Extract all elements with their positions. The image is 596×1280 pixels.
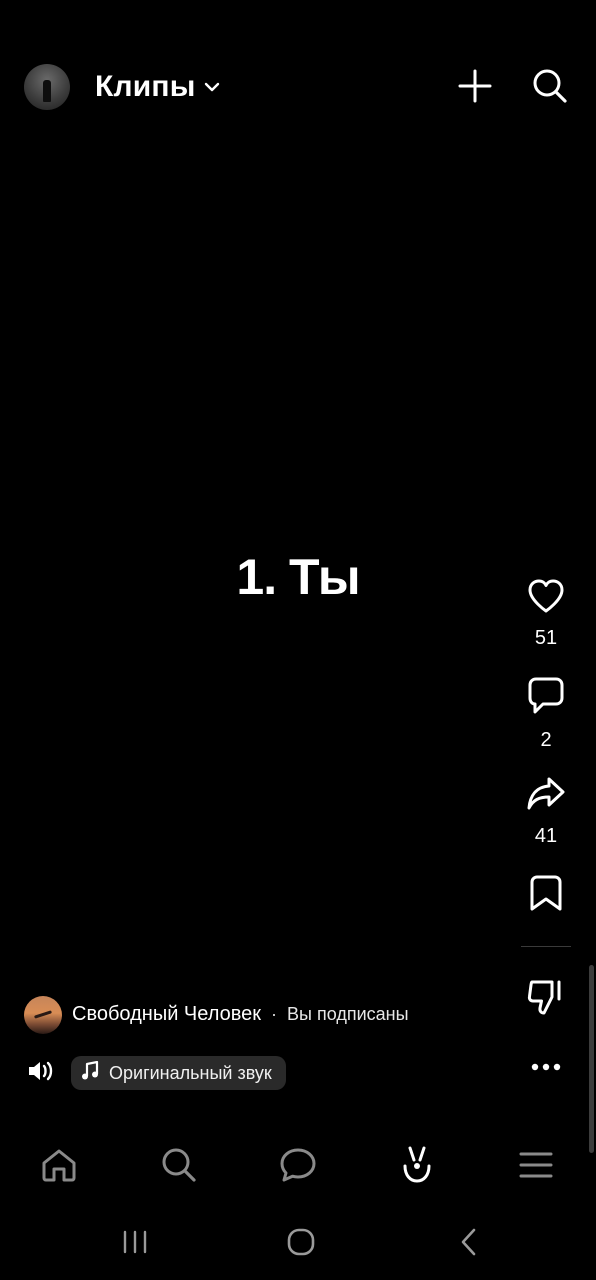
plus-icon	[458, 69, 492, 108]
home-circle-icon	[286, 1227, 316, 1262]
comment-icon	[527, 676, 565, 721]
share-button[interactable]: 41	[516, 776, 576, 848]
like-button[interactable]: 51	[516, 578, 576, 650]
messages-icon	[279, 1147, 317, 1188]
system-back-button[interactable]	[449, 1226, 489, 1262]
more-button[interactable]	[516, 1058, 576, 1076]
chevron-down-icon	[204, 82, 220, 92]
share-icon	[526, 776, 566, 817]
dislike-icon	[526, 977, 566, 1022]
comment-button[interactable]: 2	[516, 676, 576, 752]
nav-menu[interactable]	[514, 1145, 558, 1189]
profile-avatar[interactable]	[24, 64, 70, 110]
system-home-button[interactable]	[281, 1226, 321, 1262]
music-note-icon	[81, 1060, 99, 1086]
author-avatar[interactable]	[24, 996, 62, 1034]
like-count: 51	[534, 627, 558, 649]
back-icon	[458, 1227, 480, 1262]
original-sound-button[interactable]: Оригинальный звук	[71, 1056, 286, 1090]
volume-icon	[27, 1059, 55, 1088]
search-icon	[161, 1147, 197, 1188]
separator-dot: ·	[271, 1004, 278, 1024]
section-title-dropdown[interactable]: Клипы	[95, 70, 220, 104]
clips-icon	[400, 1145, 434, 1190]
nav-clips[interactable]	[395, 1145, 439, 1189]
author-info: Свободный Человек · Вы подписаны	[72, 1003, 409, 1026]
bookmark-icon	[529, 874, 563, 917]
dislike-button[interactable]	[516, 977, 576, 1022]
nav-search[interactable]	[157, 1145, 201, 1189]
actions-divider	[521, 946, 571, 947]
home-icon	[40, 1147, 78, 1188]
add-clip-button[interactable]	[455, 66, 495, 110]
nav-home[interactable]	[37, 1145, 81, 1189]
heart-icon	[527, 578, 565, 619]
system-recents-button[interactable]	[115, 1226, 155, 1262]
sound-label: Оригинальный звук	[109, 1062, 272, 1083]
recents-icon	[121, 1230, 149, 1259]
search-icon	[532, 68, 568, 109]
comment-count: 2	[540, 729, 552, 751]
menu-icon	[519, 1151, 553, 1184]
scrollbar[interactable]	[589, 965, 594, 1153]
search-button[interactable]	[528, 66, 572, 110]
page-title: Клипы	[95, 70, 196, 103]
share-count: 41	[534, 825, 558, 847]
bookmark-button[interactable]	[516, 874, 576, 917]
mute-toggle-button[interactable]	[25, 1058, 57, 1088]
author-name[interactable]: Свободный Человек	[72, 1003, 261, 1026]
more-icon	[531, 1058, 561, 1076]
nav-messages[interactable]	[276, 1145, 320, 1189]
clip-overlay-text: 1. Ты	[236, 549, 360, 605]
subscription-status[interactable]: Вы подписаны	[287, 1004, 409, 1025]
